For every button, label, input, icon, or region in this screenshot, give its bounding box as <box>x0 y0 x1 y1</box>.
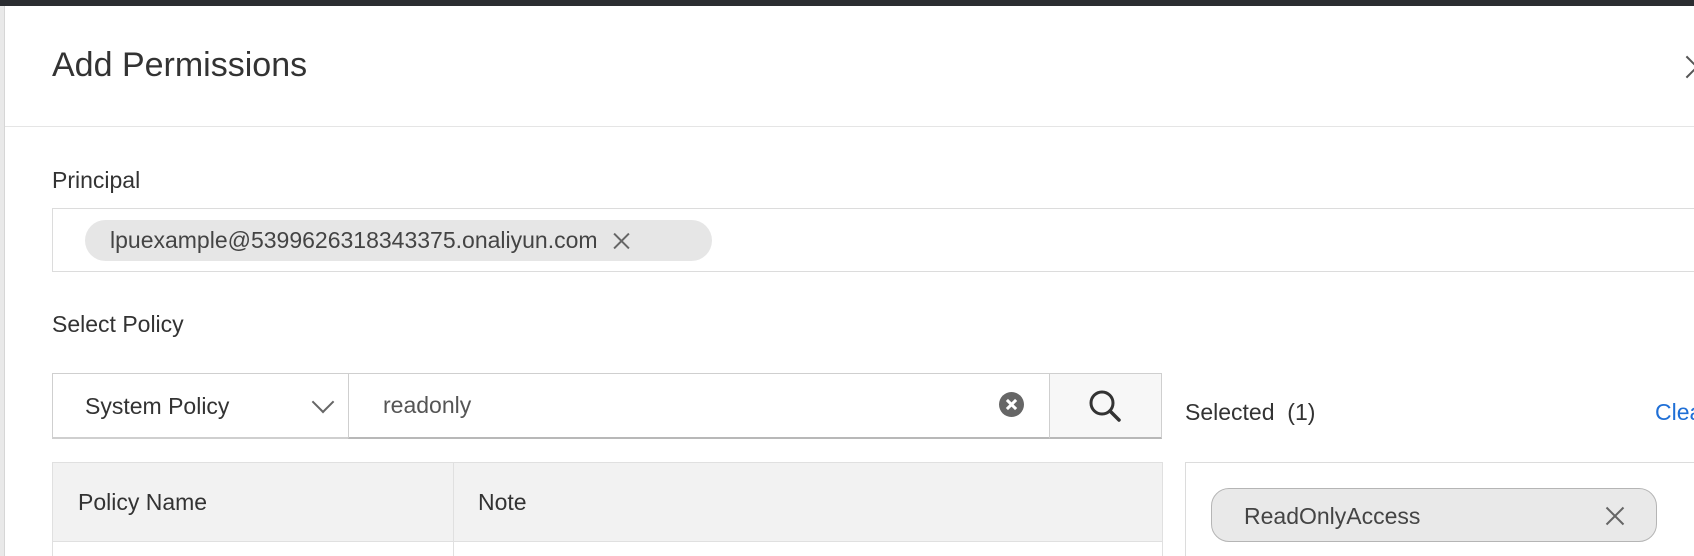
clear-circle-icon[interactable] <box>999 392 1024 417</box>
select-policy-label: Select Policy <box>52 311 184 337</box>
chevron-down-icon <box>311 390 335 414</box>
close-icon[interactable] <box>1682 52 1694 82</box>
column-divider <box>453 463 454 556</box>
principal-field[interactable]: lpuexample@5399626318343375.onaliyun.com <box>52 208 1694 272</box>
selected-count-label: Selected (1) <box>1185 399 1316 425</box>
selected-policies-box: ReadOnlyAccess <box>1185 462 1694 556</box>
policy-search-input[interactable] <box>383 392 983 419</box>
panel-header: Add Permissions <box>5 6 1694 127</box>
column-header-note[interactable]: Note <box>478 489 527 516</box>
selected-policy-label: ReadOnlyAccess <box>1244 503 1421 529</box>
principal-label: Principal <box>52 167 141 193</box>
clear-selected-link[interactable]: Clea <box>1655 399 1694 426</box>
search-icon <box>1089 390 1121 422</box>
principal-tag: lpuexample@5399626318343375.onaliyun.com <box>85 220 712 261</box>
table-header: Policy Name Note <box>53 463 1162 542</box>
close-icon[interactable] <box>612 232 630 250</box>
principal-tag-label: lpuexample@5399626318343375.onaliyun.com <box>110 227 598 253</box>
search-button[interactable] <box>1049 373 1162 439</box>
close-icon[interactable] <box>1605 506 1625 526</box>
add-permissions-panel: Add Permissions Principal lpuexample@539… <box>5 6 1694 556</box>
policy-type-select[interactable]: System Policy <box>52 373 349 439</box>
selected-policy-tag: ReadOnlyAccess <box>1211 488 1657 542</box>
policy-table: Policy Name Note <box>52 462 1163 556</box>
panel-title: Add Permissions <box>52 46 308 84</box>
policy-type-value: System Policy <box>85 393 230 419</box>
column-header-policy-name[interactable]: Policy Name <box>78 489 207 516</box>
policy-search-field[interactable] <box>348 373 1050 439</box>
